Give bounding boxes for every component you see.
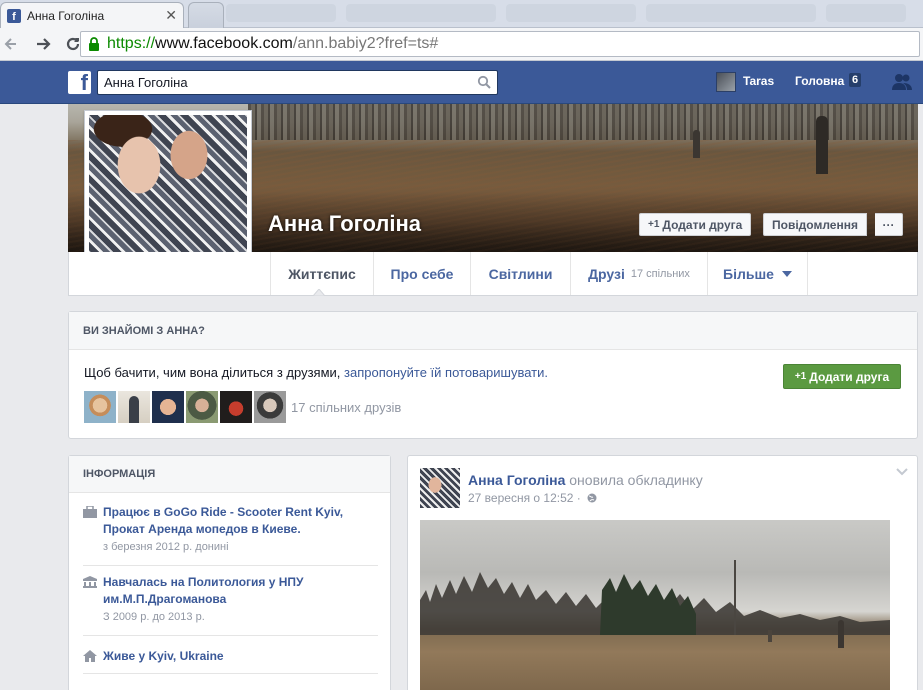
know-box-message: Щоб бачити, чим вона ділиться з друзями,… — [84, 365, 549, 380]
add-friend-plus-icon: +1 — [648, 219, 660, 230]
globe-icon — [587, 493, 597, 503]
tab-close-icon[interactable]: ✕ — [165, 7, 177, 24]
url-host: www.facebook.com — [155, 35, 293, 52]
blurred-background-tabs — [226, 4, 923, 24]
tab-photos[interactable]: Світлини — [470, 252, 570, 295]
home-icon — [83, 650, 97, 662]
browser-tab-title: Анна Гоголіна — [27, 8, 105, 23]
post-cover-photo[interactable] — [420, 520, 890, 690]
mutual-friend-avatar[interactable] — [186, 391, 218, 423]
know-person-box: ВИ ЗНАЙОМІ З АННА? Щоб бачити, чим вона … — [68, 311, 918, 439]
add-friend-green-button[interactable]: +1 Додати друга — [783, 364, 901, 389]
facebook-favicon-icon: f — [7, 8, 21, 23]
profile-nav: Життєпис Про себе Світлини Друзі 17 спіль… — [68, 252, 918, 296]
school-icon — [83, 576, 97, 588]
mutual-friend-avatar[interactable] — [84, 391, 116, 423]
post-author-name[interactable]: Анна Гоголіна — [468, 472, 565, 488]
user-avatar[interactable] — [716, 72, 736, 92]
info-item-work: Працює в GoGo Ride - Scooter Rent Kyiv, … — [83, 504, 378, 553]
home-count-badge: 6 — [849, 73, 862, 87]
mutual-friends-thumbs — [84, 391, 286, 423]
tab-friends[interactable]: Друзі 17 спільних — [570, 252, 707, 295]
briefcase-icon — [83, 506, 97, 518]
friends-count: 17 спільних — [630, 267, 690, 280]
mutual-friend-avatar[interactable] — [152, 391, 184, 423]
post-timestamp[interactable]: 27 вересня о 12:52 · — [468, 491, 581, 505]
mutual-friend-avatar[interactable] — [254, 391, 286, 423]
friend-requests-icon[interactable] — [891, 73, 913, 91]
info-item-location: Живе у Kyiv, Ukraine — [83, 648, 378, 665]
back-arrow-icon[interactable] — [0, 33, 22, 55]
search-input[interactable] — [104, 75, 464, 90]
education-dates: З 2009 р. до 2013 р. — [103, 611, 205, 623]
forward-arrow-icon[interactable] — [32, 33, 54, 55]
info-item-education: Навчалась на Политология у НПУ им.М.П.Др… — [83, 574, 378, 623]
address-bar[interactable]: https://www.facebook.com/ann.babiy2?fref… — [80, 31, 920, 57]
work-text[interactable]: Працює в GoGo Ride - Scooter Rent Kyiv, … — [103, 504, 378, 538]
add-friend-plus-icon: +1 — [794, 371, 807, 382]
url-path: /ann.babiy2?fref=ts# — [292, 35, 439, 52]
home-link[interactable]: Головна — [795, 74, 844, 88]
post-meta: 27 вересня о 12:52 · — [468, 491, 597, 505]
education-text[interactable]: Навчалась на Политология у НПУ им.М.П.Др… — [103, 574, 378, 608]
profile-name[interactable]: Анна Гоголіна — [268, 211, 421, 237]
mutual-friend-avatar[interactable] — [118, 391, 150, 423]
post-options-chevron-icon[interactable] — [896, 468, 908, 476]
mutual-friend-avatar[interactable] — [220, 391, 252, 423]
active-tab-pointer-icon — [313, 289, 325, 296]
work-dates: з березня 2012 р. донині — [103, 541, 229, 553]
message-button[interactable]: Повідомлення — [763, 213, 867, 236]
location-text[interactable]: Живе у Kyiv, Ukraine — [103, 648, 378, 665]
send-friend-request-link[interactable]: запропонуйте їй потоваришувати. — [344, 365, 548, 380]
browser-toolbar: https://www.facebook.com/ann.babiy2?fref… — [0, 28, 923, 61]
mutual-friends-count[interactable]: 17 спільних друзів — [291, 400, 401, 415]
add-friend-button[interactable]: +1 Додати друга — [639, 213, 752, 236]
more-options-button[interactable]: ··· — [875, 213, 903, 236]
lock-icon — [89, 37, 99, 51]
user-name-link[interactable]: Taras — [743, 74, 774, 88]
browser-tab-active[interactable]: f Анна Гоголіна ✕ — [0, 2, 184, 28]
new-tab-button[interactable] — [188, 2, 224, 28]
tab-more[interactable]: Більше — [707, 252, 808, 295]
tab-about[interactable]: Про себе — [373, 252, 470, 295]
search-box[interactable] — [97, 70, 498, 95]
info-header: ІНФОРМАЦІЯ — [69, 456, 390, 493]
post-author-avatar[interactable] — [420, 468, 460, 508]
post-header: Анна Гоголіна оновила обкладинку — [468, 472, 703, 488]
post-action: оновила обкладинку — [565, 472, 703, 488]
chevron-down-icon — [781, 270, 792, 277]
facebook-top-bar: f Taras Головна 6 — [0, 61, 923, 104]
know-box-header: ВИ ЗНАЙОМІ З АННА? — [69, 312, 917, 350]
url-protocol: https:// — [107, 35, 156, 52]
search-icon[interactable] — [477, 75, 491, 89]
facebook-logo-icon[interactable]: f — [68, 71, 91, 94]
info-panel: ІНФОРМАЦІЯ Працює в GoGo Ride - Scooter … — [68, 455, 391, 690]
browser-tab-bar: f Анна Гоголіна ✕ — [0, 0, 923, 28]
timeline-post: Анна Гоголіна оновила обкладинку 27 вере… — [407, 455, 918, 690]
